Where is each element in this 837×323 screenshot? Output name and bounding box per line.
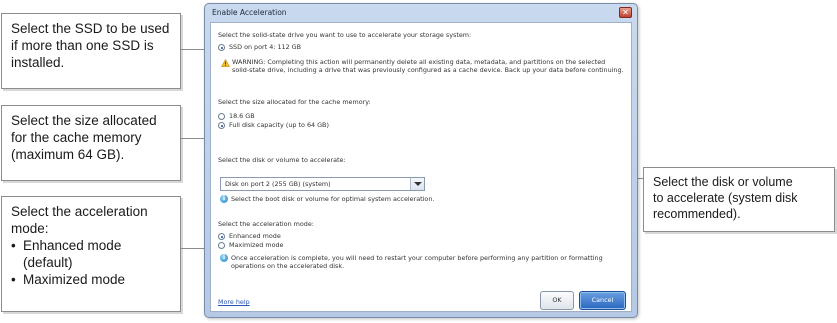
dialog-content: Select the solid-state drive you want to… [210, 22, 632, 312]
callout-text: Enhanced mode [23, 238, 122, 253]
ssd-warning-text: WARNING: Completing this action will per… [232, 58, 624, 74]
cache-18gb-label[interactable]: 18.6 GB [229, 112, 255, 120]
callout-text: Maximized mode [23, 272, 126, 287]
cache-size-prompt: Select the size allocated for the cache … [218, 98, 371, 106]
cancel-button[interactable]: Cancel [579, 291, 626, 310]
callout-select-ssd: Select the SSD to be used if more than o… [1, 13, 181, 89]
maximized-mode-radio[interactable] [218, 242, 225, 249]
more-help-link[interactable]: More help [218, 298, 250, 306]
info-icon: i [220, 254, 228, 262]
disk-hint: Select the boot disk or volume for optim… [231, 195, 435, 203]
enable-acceleration-dialog: Enable Acceleration ✕ Select the solid-s… [204, 3, 638, 318]
callout-text: to accelerate (system disk [653, 191, 798, 205]
callout-text: Select the disk or volume [653, 175, 793, 189]
ssd-port4-radio[interactable] [218, 44, 225, 51]
callout-text: if more than one SSD is [11, 38, 154, 53]
restart-note: Once acceleration is complete, you will … [231, 254, 603, 270]
dialog-title: Enable Acceleration [212, 8, 287, 17]
dropdown-arrow-icon[interactable] [410, 178, 424, 190]
callout-bullet-list: Enhanced mode (default) Maximized mode [11, 237, 171, 288]
callout-bullet: Enhanced mode (default) [11, 237, 171, 271]
callout-text: installed. [11, 55, 65, 70]
cache-full-label[interactable]: Full disk capacity (up to 64 GB) [229, 121, 329, 129]
callout-bullet: Maximized mode [11, 271, 171, 288]
maximized-mode-label[interactable]: Maximized mode [229, 241, 284, 249]
disk-volume-select[interactable]: Disk on port 2 (255 GB) (system) [220, 177, 425, 191]
ssd-prompt: Select the solid-state drive you want to… [218, 31, 472, 39]
warning-icon [221, 59, 230, 67]
ok-button[interactable]: OK [540, 291, 574, 310]
callout-text: mode: [11, 221, 49, 236]
disk-select-value: Disk on port 2 (255 GB) (system) [225, 180, 331, 188]
callout-acceleration-mode: Select the acceleration mode: Enhanced m… [1, 196, 181, 312]
callout-text: Select the size allocated [11, 113, 157, 128]
callout-text: Select the SSD to be used [11, 21, 170, 36]
callout-cache-size: Select the size allocated for the cache … [1, 105, 181, 181]
mode-prompt: Select the acceleration mode: [218, 220, 314, 228]
close-icon[interactable]: ✕ [619, 7, 632, 18]
enhanced-mode-radio[interactable] [218, 233, 225, 240]
callout-text: (maximum 64 GB). [11, 147, 125, 162]
callout-text: for the cache memory [11, 130, 142, 145]
cache-full-radio[interactable] [218, 122, 225, 129]
disk-prompt: Select the disk or volume to accelerate: [218, 156, 346, 164]
enhanced-mode-label[interactable]: Enhanced mode [229, 232, 281, 240]
ssd-port4-label[interactable]: SSD on port 4: 112 GB [229, 43, 301, 51]
info-icon: i [220, 195, 228, 203]
callout-text: (default) [23, 255, 73, 270]
callout-text: recommended). [653, 207, 741, 221]
cache-18gb-radio[interactable] [218, 113, 225, 120]
callout-disk-volume: Select the disk or volume to accelerate … [643, 167, 835, 232]
callout-text: Select the acceleration [11, 204, 148, 219]
